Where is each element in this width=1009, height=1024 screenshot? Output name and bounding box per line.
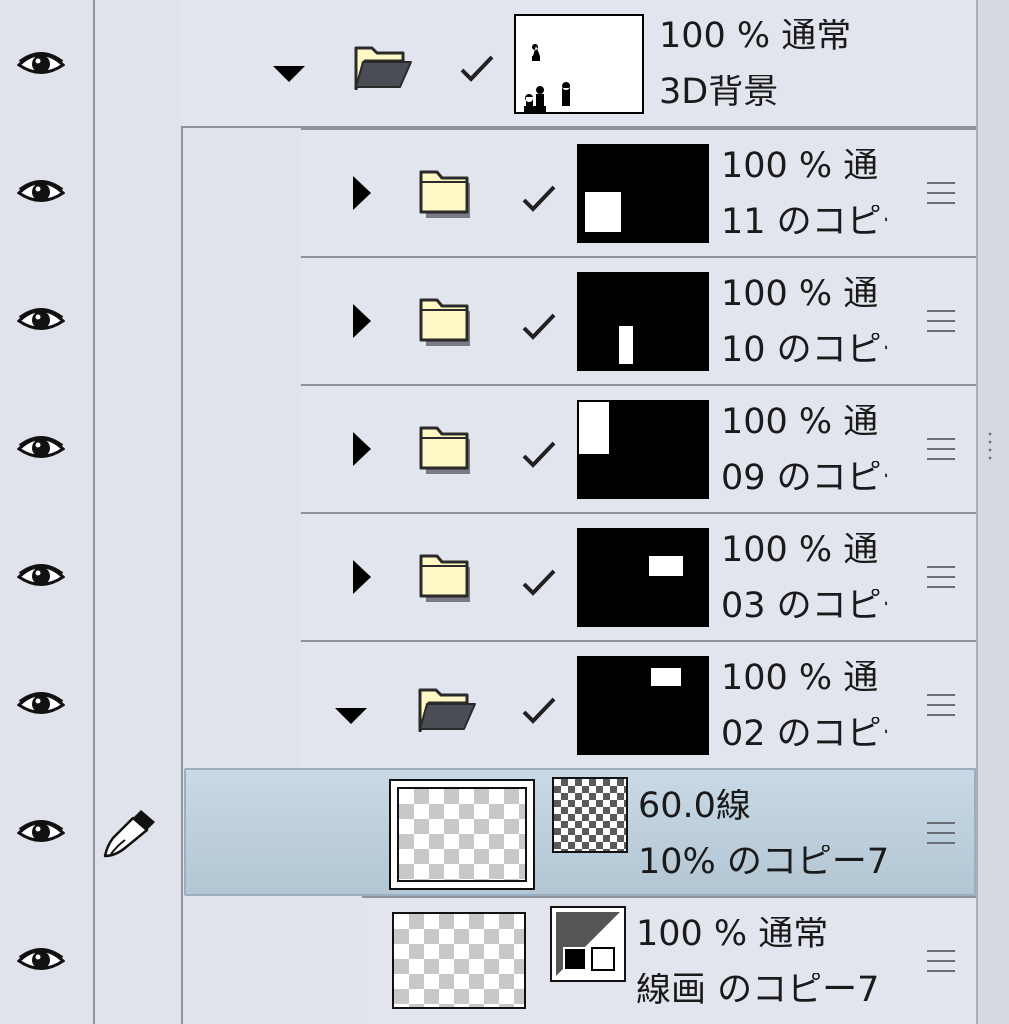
mask-thumbnail <box>550 906 626 982</box>
expand-triangle-icon[interactable] <box>353 432 371 466</box>
brush-icon <box>103 810 155 858</box>
folder-open-icon <box>418 688 476 732</box>
check-icon[interactable] <box>521 696 557 726</box>
eye-icon[interactable] <box>17 434 65 462</box>
layer-opacity-mode: 100 % 通常 <box>659 19 852 54</box>
eye-icon[interactable] <box>17 178 65 206</box>
panel-scrollbar[interactable] <box>978 0 1009 1024</box>
menu-icon[interactable] <box>927 182 955 204</box>
check-icon[interactable] <box>521 440 557 470</box>
folder-closed-icon <box>419 426 470 474</box>
layer-row-selected[interactable]: 60.0線 10% のコピー7 <box>184 768 976 896</box>
layer-opacity-mode: 60.0線 <box>638 789 751 824</box>
visibility-cell <box>0 128 182 256</box>
check-icon[interactable] <box>521 312 557 342</box>
visibility-cell <box>0 512 182 640</box>
layer-row-3d-bg[interactable]: 100 % 通常 3D背景 <box>181 0 976 128</box>
eye-icon[interactable] <box>17 50 65 78</box>
eye-icon[interactable] <box>17 818 65 846</box>
menu-icon[interactable] <box>927 566 955 588</box>
layer-opacity-mode: 100 % 通 <box>721 277 879 312</box>
layer-name: 線画 のコピー7 <box>636 973 880 1008</box>
visibility-cell <box>0 768 182 896</box>
eye-icon[interactable] <box>17 690 65 718</box>
layer-thumbnail <box>514 14 644 114</box>
layer-row-copy-02[interactable]: 100 % 通 02 のコピー <box>301 640 976 768</box>
layer-thumbnail <box>577 272 709 371</box>
layer-name: 10% のコピー7 <box>638 845 890 880</box>
check-icon[interactable] <box>459 54 495 84</box>
layer-row-copy-11[interactable]: 100 % 通 11 のコピー <box>301 128 976 256</box>
layer-thumbnail <box>577 144 709 243</box>
thumbnail-shape <box>579 402 609 454</box>
eye-icon[interactable] <box>17 946 65 974</box>
mask-thumbnail <box>552 777 628 853</box>
layer-thumbnail <box>577 656 709 755</box>
expand-triangle-icon[interactable] <box>353 304 371 338</box>
layer-row-copy-10[interactable]: 100 % 通 10 のコピー <box>301 256 976 384</box>
menu-icon[interactable] <box>927 438 955 460</box>
layer-thumbnail <box>397 787 527 882</box>
collapse-triangle-icon[interactable] <box>335 708 367 724</box>
resize-grip-icon[interactable] <box>988 430 992 464</box>
visibility-cell <box>0 0 182 128</box>
layer-name: 03 のコピー <box>721 589 887 624</box>
menu-icon[interactable] <box>927 694 955 716</box>
layer-opacity-mode: 100 % 通常 <box>636 917 829 952</box>
folder-closed-icon <box>419 170 470 218</box>
expand-triangle-icon[interactable] <box>353 560 371 594</box>
eye-icon[interactable] <box>17 306 65 334</box>
thumbnail-shape <box>651 668 681 686</box>
layer-name: 09 のコピー <box>721 461 887 496</box>
layer-row-lineart[interactable]: 100 % 通常 線画 のコピー7 <box>362 896 976 1024</box>
layer-thumbnail-frame <box>389 779 535 890</box>
eye-icon[interactable] <box>17 562 65 590</box>
layer-row-copy-09[interactable]: 100 % 通 09 のコピー <box>301 384 976 512</box>
layer-name: 10 のコピー <box>721 333 887 368</box>
collapse-triangle-icon[interactable] <box>273 66 305 82</box>
visibility-cell <box>0 896 182 1024</box>
layer-row-copy-03[interactable]: 100 % 通 03 のコピー <box>301 512 976 640</box>
thumbnail-shape <box>619 326 633 364</box>
layer-name: 02 のコピー <box>721 717 887 752</box>
visibility-cell <box>0 384 182 512</box>
folder-closed-icon <box>419 298 470 346</box>
folder-open-icon <box>354 46 412 90</box>
layer-opacity-mode: 100 % 通 <box>721 405 879 440</box>
menu-icon[interactable] <box>927 950 955 972</box>
check-icon[interactable] <box>521 568 557 598</box>
expand-triangle-icon[interactable] <box>353 176 371 210</box>
thumbnail-shape <box>649 556 683 576</box>
folder-closed-icon <box>419 554 470 602</box>
layer-name: 3D背景 <box>659 75 779 110</box>
layer-thumbnail <box>577 528 709 627</box>
thumbnail-shape <box>585 192 621 232</box>
layer-thumbnail <box>392 912 526 1009</box>
layer-opacity-mode: 100 % 通 <box>721 149 879 184</box>
visibility-cell <box>0 256 182 384</box>
layer-opacity-mode: 100 % 通 <box>721 661 879 696</box>
layer-name: 11 のコピー <box>721 205 887 240</box>
menu-icon[interactable] <box>927 310 955 332</box>
layer-opacity-mode: 100 % 通 <box>721 533 879 568</box>
layer-thumbnail <box>577 400 709 499</box>
menu-icon[interactable] <box>927 822 955 844</box>
check-icon[interactable] <box>521 184 557 214</box>
visibility-cell <box>0 640 182 768</box>
